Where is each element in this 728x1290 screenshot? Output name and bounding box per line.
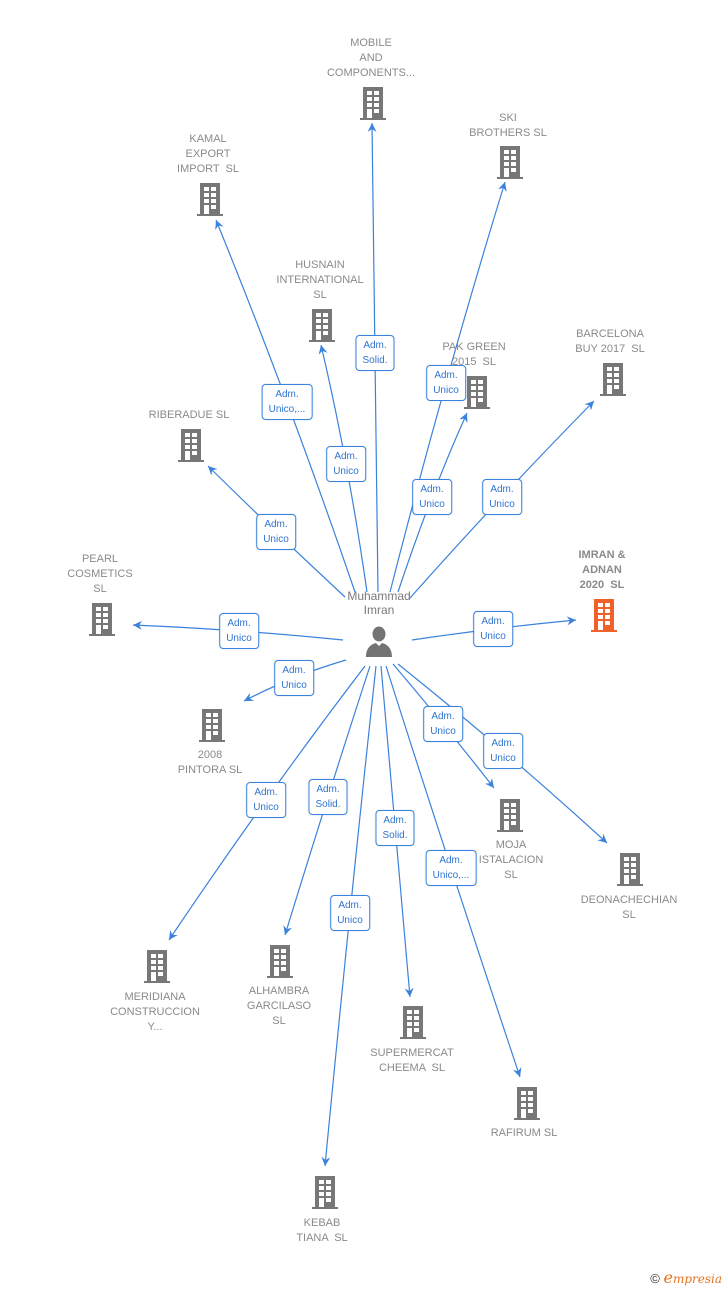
- building-icon-imran[interactable]: [588, 597, 620, 633]
- relation-label-husnain[interactable]: Adm. Unico: [326, 446, 366, 482]
- building-icon-kamal[interactable]: [194, 181, 226, 217]
- relation-label-pintora[interactable]: Adm. Unico: [274, 660, 314, 696]
- company-name-alhambra[interactable]: ALHAMBRA GARCILASO SL: [247, 984, 311, 1029]
- company-name-kamal[interactable]: KAMAL EXPORT IMPORT SL: [177, 132, 239, 177]
- building-icon-mobile[interactable]: [357, 85, 389, 121]
- building-icon-pakgreen[interactable]: [461, 374, 493, 410]
- company-name-supermercat[interactable]: SUPERMERCAT CHEEMA SL: [370, 1046, 454, 1076]
- building-icon-rafirum[interactable]: [511, 1085, 543, 1121]
- copyright-footer: © empresia: [650, 1268, 722, 1287]
- relation-label-meridiana[interactable]: Adm. Unico: [246, 782, 286, 818]
- relation-label-deona[interactable]: Adm. Unico: [483, 733, 523, 769]
- building-icon-kebab[interactable]: [309, 1174, 341, 1210]
- relation-label-ski[interactable]: Adm. Unico: [426, 365, 466, 401]
- company-name-barcelona[interactable]: BARCELONA BUY 2017 SL: [575, 327, 645, 357]
- arrow-head-meridiana: [169, 930, 178, 940]
- building-icon-meridiana[interactable]: [141, 948, 173, 984]
- relation-label-riberadue[interactable]: Adm. Unico: [256, 514, 296, 550]
- building-icon-moja[interactable]: [494, 797, 526, 833]
- relation-label-imran[interactable]: Adm. Unico: [473, 611, 513, 647]
- company-name-deona[interactable]: DEONACHECHIAN SL: [581, 893, 678, 923]
- company-name-riberadue[interactable]: RIBERADUE SL: [149, 408, 230, 423]
- company-name-pakgreen[interactable]: PAK GREEN 2015 SL: [442, 340, 505, 370]
- company-name-husnain[interactable]: HUSNAIN INTERNATIONAL SL: [276, 258, 363, 303]
- person-icon[interactable]: [363, 625, 395, 659]
- company-name-rafirum[interactable]: RAFIRUM SL: [491, 1126, 558, 1141]
- company-name-ski[interactable]: SKI BROTHERS SL: [469, 111, 547, 141]
- relation-label-supermercat[interactable]: Adm. Solid.: [375, 810, 415, 846]
- relation-label-alhambra[interactable]: Adm. Solid.: [308, 779, 348, 815]
- copyright-symbol: ©: [650, 1271, 660, 1286]
- building-icon-deona[interactable]: [614, 851, 646, 887]
- relation-label-mobile[interactable]: Adm. Solid.: [355, 335, 395, 371]
- building-icon-barcelona[interactable]: [597, 361, 629, 397]
- building-icon-pearl[interactable]: [86, 601, 118, 637]
- company-name-kebab[interactable]: KEBAB TIANA SL: [296, 1216, 347, 1246]
- person-name[interactable]: Muhammad Imran: [347, 589, 410, 617]
- relation-label-kebab[interactable]: Adm. Unico: [330, 895, 370, 931]
- company-name-mobile[interactable]: MOBILE AND COMPONENTS...: [327, 36, 415, 81]
- building-icon-alhambra[interactable]: [264, 943, 296, 979]
- brand-logo-initial: e: [663, 1268, 673, 1287]
- building-icon-riberadue[interactable]: [175, 427, 207, 463]
- company-name-moja[interactable]: MOJA ISTALACION SL: [479, 838, 544, 883]
- relation-label-pakgreen[interactable]: Adm. Unico: [412, 479, 452, 515]
- relation-label-kamal[interactable]: Adm. Unico,...: [261, 384, 313, 420]
- building-icon-pintora[interactable]: [196, 707, 228, 743]
- company-name-imran[interactable]: IMRAN & ADNAN 2020 SL: [578, 548, 625, 593]
- building-icon-supermercat[interactable]: [397, 1004, 429, 1040]
- building-icon-husnain[interactable]: [306, 307, 338, 343]
- brand-logo: mpresia: [672, 1272, 722, 1286]
- company-name-meridiana[interactable]: MERIDIANA CONSTRUCCION Y...: [110, 990, 200, 1035]
- company-name-pearl[interactable]: PEARL COSMETICS SL: [67, 552, 132, 597]
- building-icon-ski[interactable]: [494, 144, 526, 180]
- relation-label-pearl[interactable]: Adm. Unico: [219, 613, 259, 649]
- company-name-pintora[interactable]: 2008 PINTORA SL: [178, 748, 243, 778]
- relation-label-barcelona[interactable]: Adm. Unico: [482, 479, 522, 515]
- relation-label-moja[interactable]: Adm. Unico: [423, 706, 463, 742]
- relation-label-rafirum[interactable]: Adm. Unico,...: [425, 850, 477, 886]
